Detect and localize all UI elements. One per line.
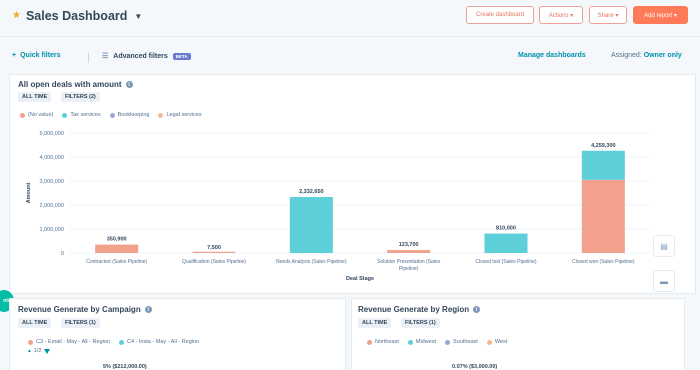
bar-segment: [387, 250, 431, 253]
legend-item[interactable]: C3 - Email - May - All - Region: [28, 339, 110, 345]
legend-label: Southeast: [453, 339, 478, 345]
y-tick-label: 1,000,000: [40, 227, 64, 233]
report-card-region: Revenue Generate by Region i ALL TIME FI…: [351, 298, 685, 370]
table-icon[interactable]: ▤: [653, 235, 675, 257]
manage-dashboards-link[interactable]: Manage dashboards: [518, 52, 586, 59]
data-label: 123,700: [399, 242, 419, 248]
x-tick-label: Pipeline): [399, 266, 419, 272]
legend-item[interactable]: West: [486, 339, 508, 345]
chevron-up-icon[interactable]: ▴: [28, 348, 31, 354]
report-title-text: Revenue Generate by Region: [358, 305, 470, 314]
assigned-label: Assigned:: [611, 52, 642, 59]
date-range-chip[interactable]: ALL TIME: [358, 318, 392, 328]
add-report-button[interactable]: Add report ▾: [633, 6, 688, 24]
bar-segment: [581, 150, 625, 180]
data-label: 7,500: [207, 245, 221, 251]
star-icon[interactable]: ★: [12, 11, 21, 21]
legend-label: Northeast: [375, 339, 399, 345]
legend-label: West: [494, 339, 508, 345]
y-tick-label: 5,000,000: [40, 131, 64, 137]
legend-swatch: [407, 339, 413, 345]
plus-icon: +: [12, 52, 17, 59]
bar-chart: 0 1,000,000 2,000,000 3,000,000 4,000,000 5,0…: [26, 131, 652, 282]
bar-segment: [484, 233, 528, 253]
chart-legend: Northeast Midwest Southeast West: [367, 339, 507, 345]
header: ★ Sales Dashboard ▼ Create dashboard Act…: [0, 0, 700, 36]
filters-chip[interactable]: FILTERS (1): [61, 318, 100, 328]
y-axis-label: Amount: [26, 182, 32, 203]
sliders-icon: ☰: [102, 53, 109, 60]
bar-segment: [289, 197, 333, 253]
chart-legend: C3 - Email - May - All - Region C4 - Ins…: [28, 339, 199, 345]
date-range-chip[interactable]: ALL TIME: [18, 318, 52, 328]
y-tick-label: 4,000,000: [40, 155, 64, 161]
advanced-filters-label: Advanced filters: [113, 52, 168, 60]
y-tick-label: 0: [61, 251, 64, 257]
legend-swatch: [28, 339, 33, 345]
actions-button[interactable]: Actions ▾: [539, 6, 583, 24]
chevron-down-icon[interactable]: [44, 348, 51, 354]
legend-label: C3 - Email - May - All - Region: [36, 339, 110, 345]
filters-chip[interactable]: FILTERS (1): [401, 318, 440, 328]
pie-data-label: 5% ($212,000.00): [103, 364, 147, 370]
legend-page: 1/2: [33, 348, 42, 354]
divider: [88, 53, 89, 63]
legend-label: Midwest: [415, 339, 437, 345]
bar-segment: [192, 251, 236, 253]
legend-item[interactable]: Southeast: [445, 339, 478, 345]
x-tick-label: Closed won (Sales Pipeline): [572, 259, 635, 265]
chevron-down-icon[interactable]: ▼: [134, 12, 142, 21]
legend-label: C4 - Insta - May - All - Region: [126, 339, 200, 345]
legend-swatch: [118, 339, 124, 345]
x-tick-label: Solution Presentation (Sales: [377, 259, 441, 265]
report-title-text: Revenue Generate by Campaign: [18, 305, 141, 314]
report-card-open-deals: All open deals with amount i ALL TIME FI…: [9, 74, 696, 294]
legend-item[interactable]: C4 - Insta - May - All - Region: [118, 339, 200, 345]
legend-item[interactable]: Midwest: [407, 339, 437, 345]
data-label: 810,000: [496, 226, 516, 232]
report-title: Revenue Generate by Region i: [358, 305, 481, 314]
bar-segment: [95, 244, 139, 253]
legend-swatch: [486, 339, 492, 345]
y-tick-label: 3,000,000: [40, 179, 64, 185]
legend-swatch: [367, 339, 372, 345]
legend-item[interactable]: Northeast: [367, 339, 399, 345]
x-tick-label: Qualification (Sales Pipeline): [182, 259, 246, 265]
dashboard-title[interactable]: Sales Dashboard: [26, 9, 127, 23]
legend-pager[interactable]: ▴ 1/2: [28, 348, 51, 354]
info-icon[interactable]: i: [473, 306, 481, 313]
report-title: Revenue Generate by Campaign i: [18, 305, 152, 314]
y-tick-label: 2,000,000: [40, 203, 64, 209]
info-icon[interactable]: i: [144, 306, 152, 313]
data-label: 4,259,300: [591, 143, 615, 149]
assigned-value[interactable]: Owner only: [644, 52, 682, 59]
filter-bar: + Quick filters ☰ Advanced filters BETA …: [0, 52, 700, 66]
x-tick-label: Closed lost (Sales Pipeline): [475, 259, 536, 265]
comment-icon[interactable]: ▬: [653, 270, 675, 292]
header-divider: [0, 36, 700, 37]
quick-filters-label: Quick filters: [20, 52, 61, 59]
x-tick-label: Needs Analysis (Sales Pipeline): [276, 259, 347, 265]
report-card-campaign: Revenue Generate by Campaign i ALL TIME …: [9, 298, 346, 370]
assigned-filter[interactable]: Assigned: Owner only: [611, 52, 682, 59]
data-label: 350,900: [107, 237, 127, 243]
quick-filters-button[interactable]: + Quick filters: [12, 52, 61, 59]
bar-segment: [581, 179, 625, 253]
x-axis-label: Deal Stage: [346, 276, 374, 282]
beta-badge: BETA: [172, 52, 191, 60]
pie-data-label: 0.07% ($3,000.00): [452, 364, 498, 370]
share-button[interactable]: Share ▾: [589, 6, 627, 24]
create-dashboard-button[interactable]: Create dashboard: [466, 6, 534, 24]
x-tick-label: Contracted (Sales Pipeline): [86, 259, 147, 265]
data-label: 2,332,650: [299, 189, 323, 195]
dashboard-title-wrap[interactable]: ★ Sales Dashboard ▼: [12, 9, 142, 23]
advanced-filters-button[interactable]: ☰ Advanced filters BETA: [102, 52, 191, 60]
legend-swatch: [445, 339, 451, 345]
